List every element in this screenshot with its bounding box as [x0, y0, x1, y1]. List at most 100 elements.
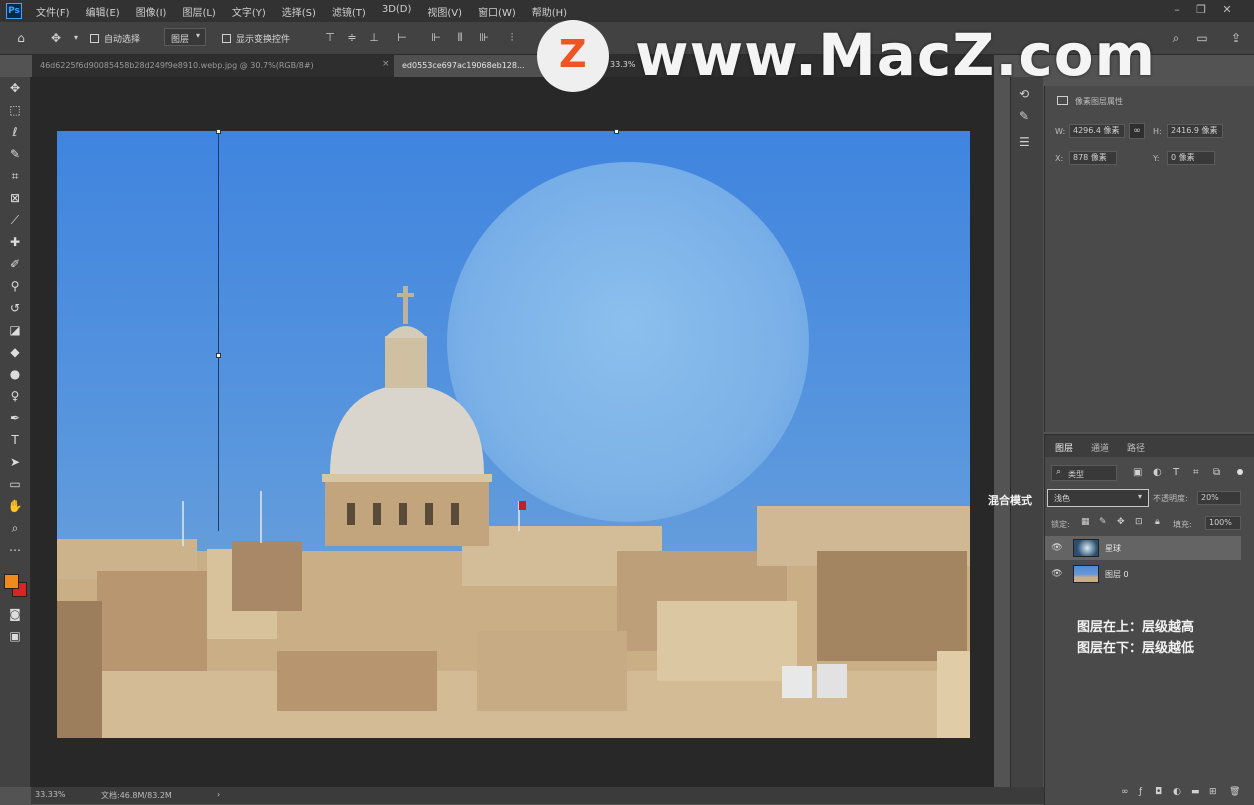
screen-mode-icon[interactable]: ▣ — [5, 627, 25, 645]
fx-icon[interactable]: ƒ — [1139, 787, 1142, 797]
add-mask-icon[interactable]: ◘ — [1155, 787, 1162, 797]
show-transform-checkbox[interactable] — [222, 34, 231, 43]
width-field[interactable]: 4296.4 像素 — [1069, 124, 1125, 138]
rectangle-tool-icon[interactable]: ▭ — [5, 475, 25, 493]
link-icon[interactable]: ∞ — [1129, 123, 1145, 139]
document-canvas[interactable] — [57, 131, 970, 738]
x-field[interactable]: 878 像素 — [1069, 151, 1117, 165]
menu-help[interactable]: 帮助(H) — [532, 4, 567, 19]
filter-pixel-icon[interactable]: ▣ — [1133, 467, 1142, 478]
chevron-down-icon[interactable]: ▾ — [68, 30, 84, 46]
distribute-left-icon[interactable]: ⫶ — [504, 30, 520, 46]
buildings — [57, 506, 970, 738]
align-bottom-icon[interactable]: ⊥ — [366, 30, 382, 46]
lock-all-icon[interactable]: 🔒︎ — [1155, 517, 1160, 527]
auto-select-target-dropdown[interactable]: 图层 ▾ — [164, 28, 206, 46]
menu-3d[interactable]: 3D(D) — [382, 4, 412, 19]
doc-tab-1[interactable]: 46d6225f6d90085458b28d249f9e8910.webp.jp… — [32, 55, 390, 77]
foreground-color-swatch[interactable] — [4, 574, 19, 589]
menu-layer[interactable]: 图层(L) — [182, 4, 215, 19]
fill-field[interactable]: 100% — [1205, 516, 1241, 530]
marquee-tool-icon[interactable]: ⬚ — [5, 101, 25, 119]
menu-select[interactable]: 选择(S) — [282, 4, 316, 19]
adjustment-layer-icon[interactable]: ◐ — [1173, 787, 1181, 797]
layer-row-planet[interactable]: 👁︎ 星球 — [1045, 536, 1241, 560]
pen-tool-icon[interactable]: ✒ — [5, 409, 25, 427]
restore-icon[interactable]: ❐ — [1194, 3, 1208, 17]
new-group-icon[interactable]: ▬ — [1191, 787, 1200, 797]
lock-position-icon[interactable]: ✥ — [1117, 517, 1125, 527]
type-tool-icon[interactable]: T — [5, 431, 25, 449]
visibility-eye-icon[interactable]: 👁︎ — [1051, 543, 1063, 553]
path-select-icon[interactable]: ➤ — [5, 453, 25, 471]
align-top-icon[interactable]: ⊤ — [322, 30, 338, 46]
delete-layer-icon[interactable]: 🗑︎ — [1229, 787, 1240, 797]
crop-tool-icon[interactable]: ⌗ — [5, 167, 25, 185]
transform-handle[interactable] — [614, 129, 619, 134]
dodge-tool-icon[interactable]: ♀ — [5, 387, 25, 405]
more-tools-icon[interactable]: ⋯ — [5, 541, 25, 559]
lock-artboard-icon[interactable]: ⊡ — [1135, 517, 1143, 527]
building — [57, 601, 102, 738]
transform-handle[interactable] — [216, 353, 221, 358]
layer-filter-dropdown[interactable]: ⌕ 类型 — [1051, 465, 1117, 481]
tab-paths[interactable]: 路径 — [1127, 441, 1145, 454]
menu-view[interactable]: 视图(V) — [427, 4, 462, 19]
tab-close-icon[interactable]: × — [382, 59, 390, 69]
healing-brush-icon[interactable]: ✚ — [5, 233, 25, 251]
menu-window[interactable]: 窗口(W) — [478, 4, 516, 19]
share-icon[interactable]: ⇪ — [1228, 30, 1244, 46]
height-field[interactable]: 2416.9 像素 — [1167, 124, 1223, 138]
brush-tool-icon[interactable]: ✐ — [5, 255, 25, 273]
move-tool-icon[interactable]: ✥ — [5, 79, 25, 97]
y-field[interactable]: 0 像素 — [1167, 151, 1215, 165]
lasso-tool-icon[interactable]: ℓ — [5, 123, 25, 141]
distribute-top-icon[interactable]: ⊩ — [428, 30, 444, 46]
history-brush-icon[interactable]: ↺ — [5, 299, 25, 317]
minimize-icon[interactable]: – — [1170, 3, 1184, 17]
visibility-eye-icon[interactable]: 👁︎ — [1051, 569, 1063, 579]
transform-handle[interactable] — [216, 129, 221, 134]
quick-select-tool-icon[interactable]: ✎ — [5, 145, 25, 163]
auto-select-checkbox[interactable] — [90, 34, 99, 43]
frame-tool-icon[interactable]: ⊠ — [5, 189, 25, 207]
menu-edit[interactable]: 编辑(E) — [86, 4, 120, 19]
hand-tool-icon[interactable]: ✋ — [5, 497, 25, 515]
distribute-vcenter-icon[interactable]: ⫴ — [452, 30, 468, 46]
move-tool-icon[interactable]: ✥ — [48, 30, 64, 46]
quick-mask-icon[interactable]: ◙ — [5, 605, 25, 623]
blend-mode-dropdown[interactable]: 浅色 ▾ — [1047, 489, 1149, 507]
opacity-field[interactable]: 20% — [1197, 491, 1241, 505]
link-layers-icon[interactable]: ∞ — [1121, 787, 1129, 797]
distribute-bottom-icon[interactable]: ⊪ — [476, 30, 492, 46]
brush-settings-icon[interactable]: ✎ — [1019, 109, 1029, 123]
eyedropper-tool-icon[interactable]: ⟋ — [5, 211, 25, 229]
clone-stamp-icon[interactable]: ⚲ — [5, 277, 25, 295]
menu-file[interactable]: 文件(F) — [36, 4, 70, 19]
tab-layers[interactable]: 图层 — [1055, 441, 1073, 454]
tab-channels[interactable]: 通道 — [1091, 441, 1109, 454]
chevron-right-icon[interactable]: › — [217, 790, 220, 799]
filter-shape-icon[interactable]: ⌗ — [1193, 467, 1199, 478]
filter-type-icon[interactable]: T — [1173, 467, 1179, 478]
adjustments-icon[interactable]: ☰ — [1019, 135, 1030, 149]
close-icon[interactable]: ✕ — [1220, 3, 1234, 17]
align-left-icon[interactable]: ⊢ — [394, 30, 410, 46]
layer-row-background[interactable]: 👁︎ 图层 0 — [1045, 562, 1241, 586]
zoom-tool-icon[interactable]: ⌕ — [5, 519, 25, 537]
paint-bucket-icon[interactable]: ◆ — [5, 343, 25, 361]
lock-pixels-icon[interactable]: ✎ — [1099, 517, 1107, 527]
menu-type[interactable]: 文字(Y) — [232, 4, 266, 19]
filter-adjustment-icon[interactable]: ◐ — [1153, 467, 1162, 478]
menu-image[interactable]: 图像(I) — [136, 4, 167, 19]
status-zoom[interactable]: 33.33% — [35, 790, 66, 799]
menu-filter[interactable]: 滤镜(T) — [332, 4, 366, 19]
filter-toggle-icon[interactable] — [1237, 469, 1243, 475]
eraser-tool-icon[interactable]: ◪ — [5, 321, 25, 339]
filter-smart-icon[interactable]: ⧉ — [1213, 467, 1220, 478]
new-layer-icon[interactable]: ⊞ — [1209, 787, 1217, 797]
lock-transparent-icon[interactable]: ▦ — [1081, 517, 1090, 527]
align-vcenter-icon[interactable]: ≑ — [344, 30, 360, 46]
home-icon[interactable]: ⌂ — [13, 30, 29, 46]
blur-tool-icon[interactable]: ● — [5, 365, 25, 383]
